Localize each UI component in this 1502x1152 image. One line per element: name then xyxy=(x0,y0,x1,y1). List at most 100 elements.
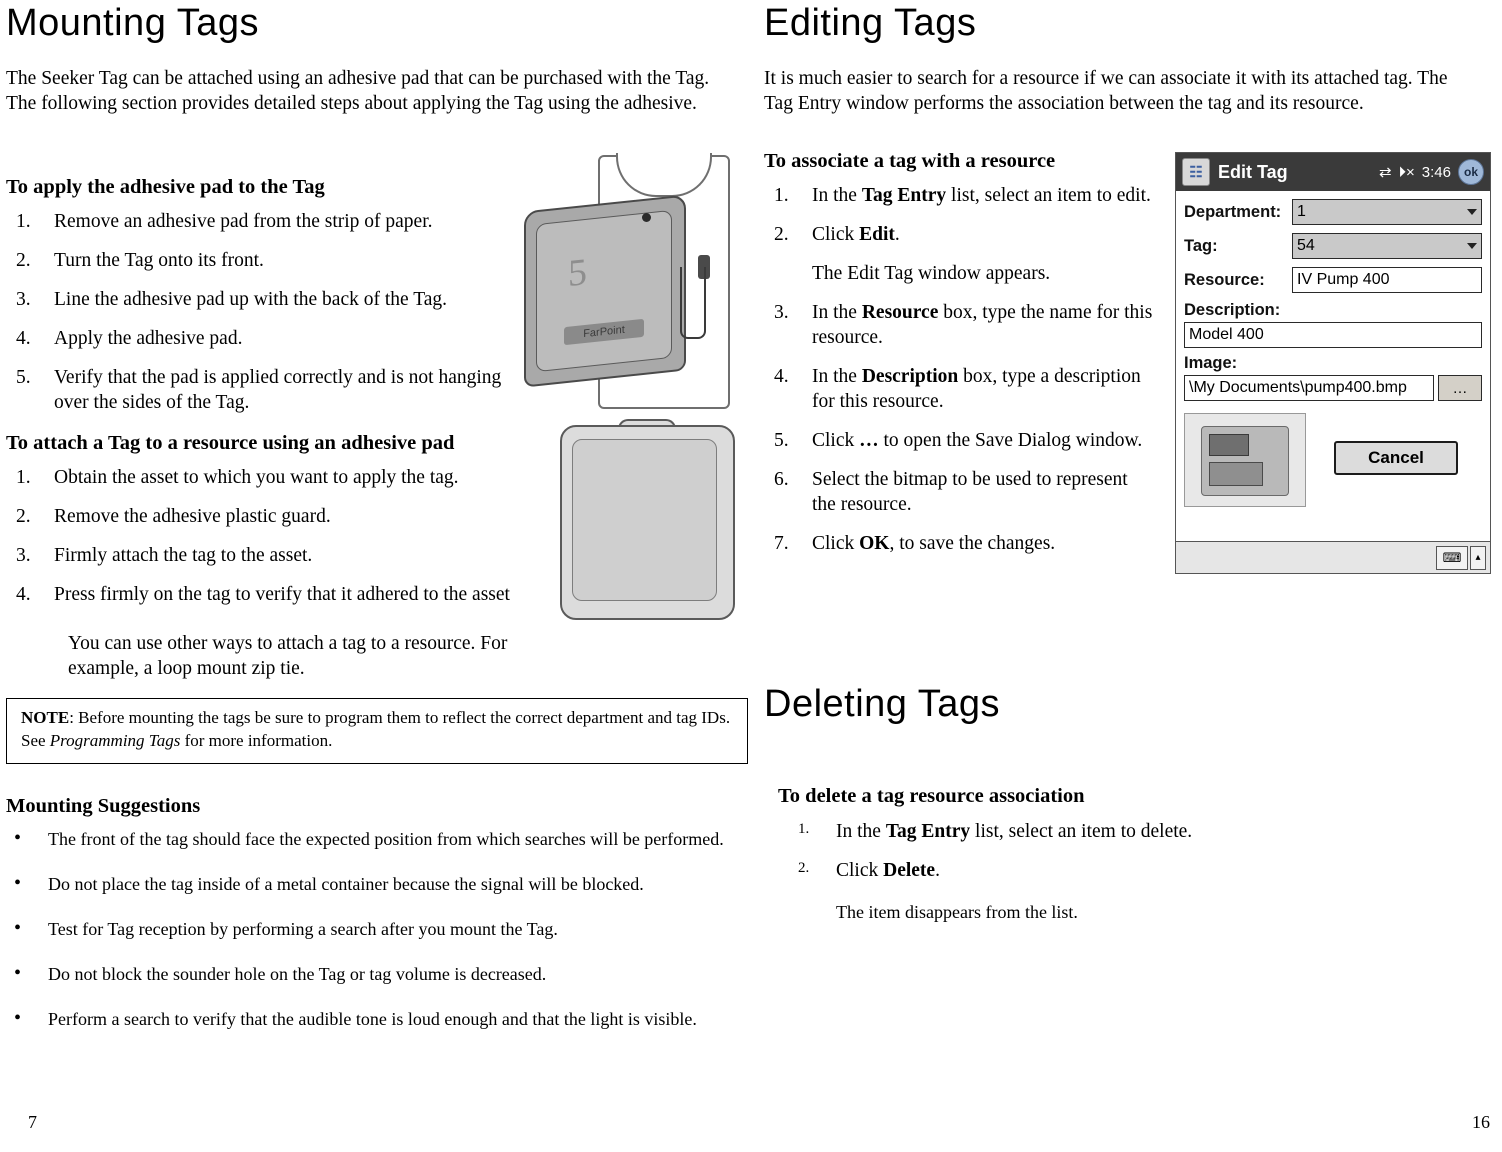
edit-tag-form: Department: 1 Tag: 54 Resource: IV Pump … xyxy=(1176,191,1490,539)
list-item: 1. Obtain the asset to which you want to … xyxy=(6,466,536,491)
tag-row: Tag: 54 xyxy=(1184,233,1482,259)
tag-label: Tag: xyxy=(1184,236,1218,255)
department-row: Department: 1 xyxy=(1184,199,1482,225)
edit-tag-window-screenshot: ☷ Edit Tag ⇄ ⏵× 3:46 ok Department: 1 Ta… xyxy=(1175,152,1491,574)
tag-dropdown[interactable]: 54 xyxy=(1292,233,1482,259)
list-item: 2. Click Edit. xyxy=(764,223,1156,248)
list-item: • The front of the tag should face the ex… xyxy=(6,827,736,851)
page-title-deleting-tags: Deleting Tags xyxy=(764,683,1001,725)
page-title-mounting-tags: Mounting Tags xyxy=(6,2,259,44)
steps-delete-tag-association: 1. In the Tag Entry list, select an item … xyxy=(788,820,1308,898)
page-number-left: 7 xyxy=(28,1112,37,1132)
resource-input[interactable]: IV Pump 400 xyxy=(1292,267,1482,293)
tag-value: 54 xyxy=(1297,237,1315,254)
step-text: In the Description box, type a descripti… xyxy=(812,365,1141,412)
department-value: 1 xyxy=(1297,203,1306,220)
list-item: 6. Select the bitmap to be used to repres… xyxy=(764,468,1156,518)
chevron-down-icon[interactable] xyxy=(1467,209,1477,215)
step-number: 4. xyxy=(16,327,31,349)
step-text: In the Resource box, type the name for t… xyxy=(812,301,1153,348)
list-item: 7. Click OK, to save the changes. xyxy=(764,532,1156,557)
step-text: Press firmly on the tag to verify that i… xyxy=(54,583,510,605)
tag-led-dot xyxy=(642,213,651,222)
image-path-input[interactable]: \My Documents\pump400.bmp xyxy=(1184,375,1434,401)
step-number: 3. xyxy=(16,544,31,566)
chevron-down-icon[interactable] xyxy=(1467,243,1477,249)
step-text: Obtain the asset to which you want to ap… xyxy=(54,467,459,488)
pad-inner-shape xyxy=(572,439,717,601)
clock-label: 3:46 xyxy=(1421,163,1451,181)
pda-statusbar: ⌨ ▴ xyxy=(1176,541,1490,573)
keyboard-icon[interactable]: ⌨ xyxy=(1436,545,1468,570)
step-number: 2. xyxy=(798,859,810,876)
document-page: Mounting Tags The Seeker Tag can be atta… xyxy=(0,0,1502,1152)
step-number: 1. xyxy=(16,211,31,232)
step-text: Apply the adhesive pad. xyxy=(54,327,243,349)
list-item: 1. In the Tag Entry list, select an item … xyxy=(764,184,1156,209)
left-column: Mounting Tags The Seeker Tag can be atta… xyxy=(0,0,748,1152)
list-item: 1. In the Tag Entry list, select an item … xyxy=(788,820,1308,845)
note-italic-reference: Programming Tags xyxy=(49,730,181,750)
ok-button[interactable]: ok xyxy=(1458,159,1484,185)
tag-mounting-illustration: 5 FarPoint xyxy=(520,153,740,420)
step-text: Click … to open the Save Dialog window. xyxy=(812,429,1143,451)
steps-apply-adhesive-pad: 1. Remove an adhesive pad from the strip … xyxy=(6,210,516,430)
image-path-value: \My Documents\pump400.bmp xyxy=(1189,379,1407,396)
window-title: Edit Tag xyxy=(1218,161,1288,182)
description-row: Description: Model 400 xyxy=(1184,301,1482,348)
heading-apply-adhesive-pad: To apply the adhesive pad to the Tag xyxy=(6,176,325,198)
steps-associate-tag: 1. In the Tag Entry list, select an item … xyxy=(764,184,1156,570)
bullet-text: Test for Tag reception by performing a s… xyxy=(48,919,558,940)
cancel-button[interactable]: Cancel xyxy=(1334,441,1458,475)
connectivity-icon[interactable]: ⇄ xyxy=(1379,163,1392,181)
volume-icon[interactable]: ⏵× xyxy=(1399,164,1415,181)
step-text: Click Edit. xyxy=(812,223,900,245)
description-label: Description: xyxy=(1184,301,1281,319)
page-title-editing-tags: Editing Tags xyxy=(764,2,977,44)
step-text: In the Tag Entry list, select an item to… xyxy=(836,821,1193,842)
attach-tag-extra-note: You can use other ways to attach a tag t… xyxy=(68,633,508,679)
step-text: In the Tag Entry list, select an item to… xyxy=(812,185,1151,206)
list-item: • Do not place the tag inside of a metal … xyxy=(6,872,736,896)
list-item: 4. In the Description box, type a descrip… xyxy=(764,365,1156,415)
pump-screen-shape xyxy=(1209,434,1249,456)
step-number: 1. xyxy=(774,185,789,206)
resource-image-preview xyxy=(1184,413,1306,507)
list-item: 5. Verify that the pad is applied correct… xyxy=(6,366,516,416)
image-preview-row: Cancel xyxy=(1184,407,1482,507)
step-text: Click OK, to save the changes. xyxy=(812,532,1056,554)
step-text: Turn the Tag onto its front. xyxy=(54,249,264,271)
step-number: 1. xyxy=(16,467,31,488)
list-item: 3. Line the adhesive pad up with the back… xyxy=(6,288,516,313)
description-input[interactable]: Model 400 xyxy=(1184,322,1482,348)
step-number: 2. xyxy=(16,505,31,527)
titlebar-status-area: ⇄ ⏵× 3:46 ok xyxy=(1379,159,1484,185)
pump-buttons-shape xyxy=(1209,462,1263,486)
list-item: 5. Click … to open the Save Dialog window… xyxy=(764,429,1156,454)
tag-face-number: 5 xyxy=(568,251,587,295)
windows-start-icon[interactable]: ☷ xyxy=(1182,158,1210,186)
bullet-text: The front of the tag should face the exp… xyxy=(48,829,724,849)
browse-button[interactable]: … xyxy=(1438,375,1482,401)
step-text: Line the adhesive pad up with the back o… xyxy=(54,288,448,310)
input-panel-chevron-icon[interactable]: ▴ xyxy=(1470,545,1486,570)
step-number: 4. xyxy=(774,365,789,387)
step-text: Firmly attach the tag to the asset. xyxy=(54,544,313,566)
description-value: Model 400 xyxy=(1189,326,1264,343)
heading-associate-tag: To associate a tag with a resource xyxy=(764,150,1056,172)
note-text-2: for more information. xyxy=(180,730,333,750)
list-item: • Test for Tag reception by performing a … xyxy=(6,917,736,941)
step-number: 2. xyxy=(774,223,789,245)
heading-delete-tag-association: To delete a tag resource association xyxy=(778,785,1085,807)
heading-attach-tag-resource: To attach a Tag to a resource using an a… xyxy=(6,432,455,454)
step-number: 6. xyxy=(774,468,789,490)
bullet-text: Do not block the sounder hole on the Tag… xyxy=(48,964,547,985)
bullet-glyph: • xyxy=(14,827,22,849)
step-number: 1. xyxy=(798,821,810,837)
heading-mounting-suggestions: Mounting Suggestions xyxy=(6,795,201,817)
step-text: Select the bitmap to be used to represen… xyxy=(812,468,1128,515)
adhesive-pad-illustration xyxy=(560,419,735,620)
department-dropdown[interactable]: 1 xyxy=(1292,199,1482,225)
step-number: 2. xyxy=(16,249,31,271)
image-path-row: \My Documents\pump400.bmp … xyxy=(1184,375,1482,401)
